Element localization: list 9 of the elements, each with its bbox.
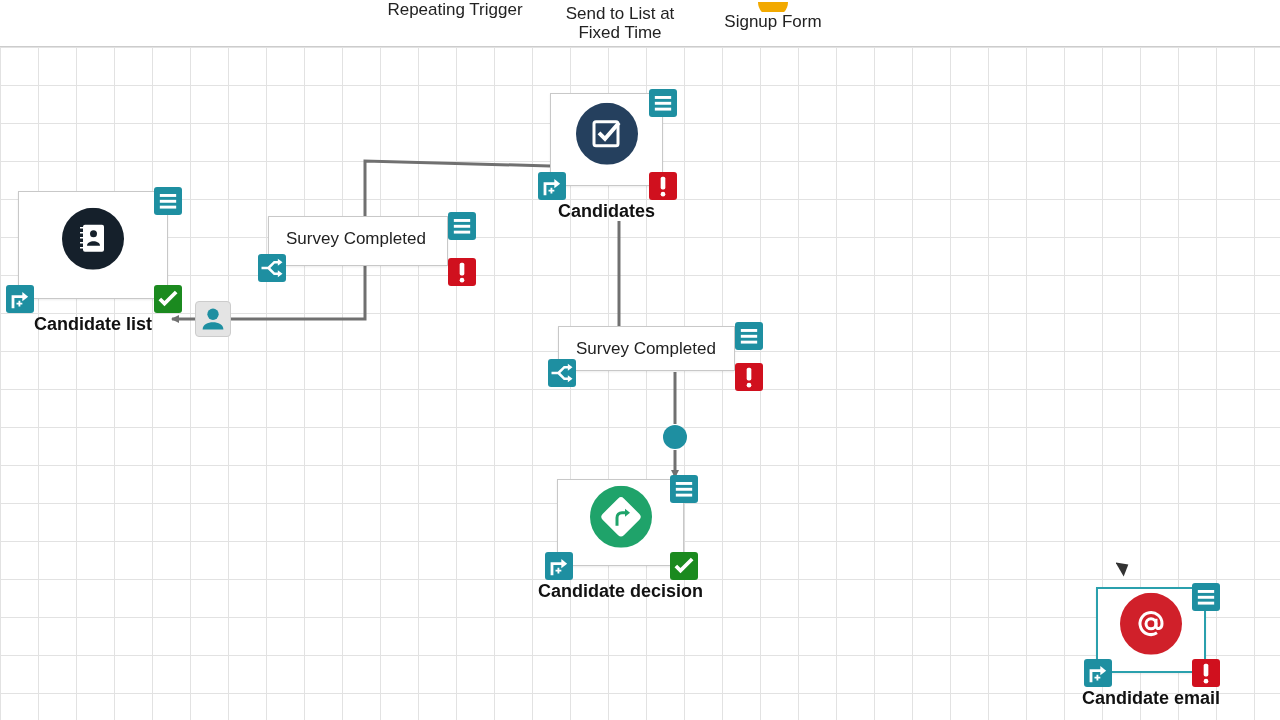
node-label: Candidate email <box>1082 688 1220 709</box>
node-label: Candidates <box>558 201 655 222</box>
node-label: Candidate list <box>34 314 152 335</box>
toolbar-item[interactable]: Send to List at Fixed Time <box>555 4 685 42</box>
node-label: Candidate decision <box>538 581 703 602</box>
toolbar-item[interactable]: Repeating Trigger <box>387 0 523 19</box>
trigger-label: Survey Completed <box>576 339 716 359</box>
toolbar-item[interactable]: Signup Form <box>724 12 822 31</box>
trigger-label: Survey Completed <box>286 229 426 249</box>
